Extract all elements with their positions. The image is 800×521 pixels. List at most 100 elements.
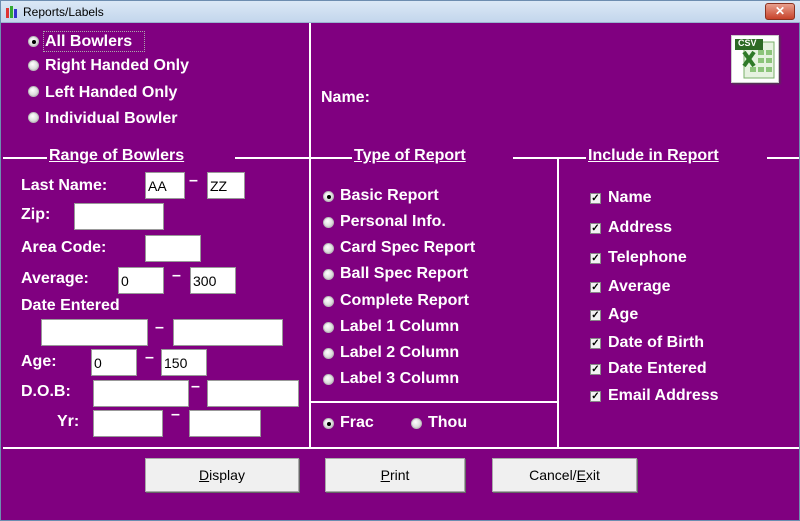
dob-to-input[interactable] [207,380,299,407]
radio-report-type[interactable] [323,269,334,280]
display-mnemonic: D [199,467,210,483]
last-name-dash: – [189,172,198,189]
checkbox-include[interactable]: ✓ [590,193,601,204]
yr-label: Yr: [57,413,80,430]
checkbox-include[interactable]: ✓ [590,338,601,349]
average-to-input[interactable] [190,267,236,294]
print-button[interactable]: Print [325,458,465,492]
zip-input[interactable] [74,203,164,230]
area-code-input[interactable] [145,235,201,262]
label-report-type[interactable]: Personal Info. [340,213,446,231]
checkbox-include[interactable]: ✓ [590,223,601,234]
last-name-from-input[interactable] [145,172,185,199]
label-include[interactable]: Average [608,278,671,296]
window-title: Reports/Labels [23,5,104,19]
label-report-type[interactable]: Label 2 Column [340,344,459,362]
print-label: rint [389,467,410,483]
checkbox-include[interactable]: ✓ [590,282,601,293]
area-code-label: Area Code: [21,239,107,256]
range-section-title: Range of Bowlers [47,147,187,165]
display-button[interactable]: Display [145,458,299,492]
age-to-input[interactable] [161,349,207,376]
divider-vertical-top [309,23,311,448]
label-include[interactable]: Email Address [608,387,719,405]
date-entered-from-input[interactable] [41,319,148,346]
cancel-label-rest: xit [585,467,600,483]
close-button[interactable]: ✕ [765,3,795,20]
average-from-input[interactable] [118,267,164,294]
dob-dash: – [191,378,200,395]
divider-horizontal-mid-left [3,157,47,159]
divider-horizontal-mid-left2 [235,157,311,159]
label-report-type[interactable]: Label 1 Column [340,318,459,336]
yr-to-input[interactable] [189,410,261,437]
name-label: Name: [321,89,370,106]
report-type-section-title: Type of Report [352,147,468,165]
age-from-input[interactable] [91,349,137,376]
label-report-type[interactable]: Card Spec Report [340,239,475,257]
radio-report-type[interactable] [323,348,334,359]
label-left-handed[interactable]: Left Handed Only [45,84,177,102]
label-thou[interactable]: Thou [428,414,467,432]
radio-thou[interactable] [411,418,422,429]
label-report-type[interactable]: Label 3 Column [340,370,459,388]
yr-dash: – [171,406,180,423]
label-all-bowlers[interactable]: All Bowlers [45,33,132,51]
label-include[interactable]: Name [608,189,652,207]
print-mnemonic: P [380,467,390,483]
average-label: Average: [21,270,89,287]
divider-format [311,401,557,403]
label-include[interactable]: Telephone [608,249,687,267]
dob-from-input[interactable] [93,380,189,407]
date-entered-to-input[interactable] [173,319,283,346]
radio-right-handed[interactable] [28,60,39,71]
radio-report-type[interactable] [323,217,334,228]
radio-report-type[interactable] [323,243,334,254]
reports-labels-window: Reports/Labels ✕ All Bowlers Right Hande… [0,0,800,521]
label-report-type[interactable]: Complete Report [340,292,469,310]
radio-report-type[interactable] [323,191,334,202]
radio-all-bowlers[interactable] [28,36,39,47]
last-name-to-input[interactable] [207,172,245,199]
label-right-handed[interactable]: Right Handed Only [45,57,189,75]
cancel-mnemonic: E [576,467,586,483]
cancel-exit-button[interactable]: Cancel/Exit [492,458,637,492]
date-entered-dash: – [155,319,164,336]
checkbox-include[interactable]: ✓ [590,253,601,264]
zip-label: Zip: [21,206,51,223]
include-section-title: Include in Report [586,147,721,165]
radio-report-type[interactable] [323,374,334,385]
radio-individual-bowler[interactable] [28,112,39,123]
divider-horizontal-mid-center [311,157,353,159]
cancel-label: Cancel/ [529,467,577,483]
divider-horizontal-mid-right [767,157,799,159]
date-entered-label: Date Entered [21,297,120,314]
csv-label: CSV [738,38,757,48]
client-area: All Bowlers Right Handed Only Left Hande… [3,23,799,520]
radio-left-handed[interactable] [28,86,39,97]
checkbox-include[interactable]: ✓ [590,310,601,321]
radio-report-type[interactable] [323,296,334,307]
label-include[interactable]: Date Entered [608,360,707,378]
average-dash: – [172,267,181,284]
csv-export-icon[interactable]: CSV [731,35,779,83]
label-individual-bowler[interactable]: Individual Bowler [45,110,177,128]
label-report-type[interactable]: Ball Spec Report [340,265,468,283]
age-label: Age: [21,353,57,370]
radio-report-type[interactable] [323,322,334,333]
label-include[interactable]: Address [608,219,672,237]
label-frac[interactable]: Frac [340,414,374,432]
label-include[interactable]: Age [608,306,638,324]
age-dash: – [145,349,154,366]
checkbox-include[interactable]: ✓ [590,391,601,402]
label-report-type[interactable]: Basic Report [340,187,439,205]
radio-frac[interactable] [323,418,334,429]
divider-bottom [3,447,799,449]
yr-from-input[interactable] [93,410,163,437]
display-label: isplay [209,467,245,483]
title-bar: Reports/Labels ✕ [1,1,800,23]
divider-vertical-right [557,157,559,448]
label-include[interactable]: Date of Birth [608,334,704,352]
checkbox-include[interactable]: ✓ [590,364,601,375]
dob-label: D.O.B: [21,383,71,400]
